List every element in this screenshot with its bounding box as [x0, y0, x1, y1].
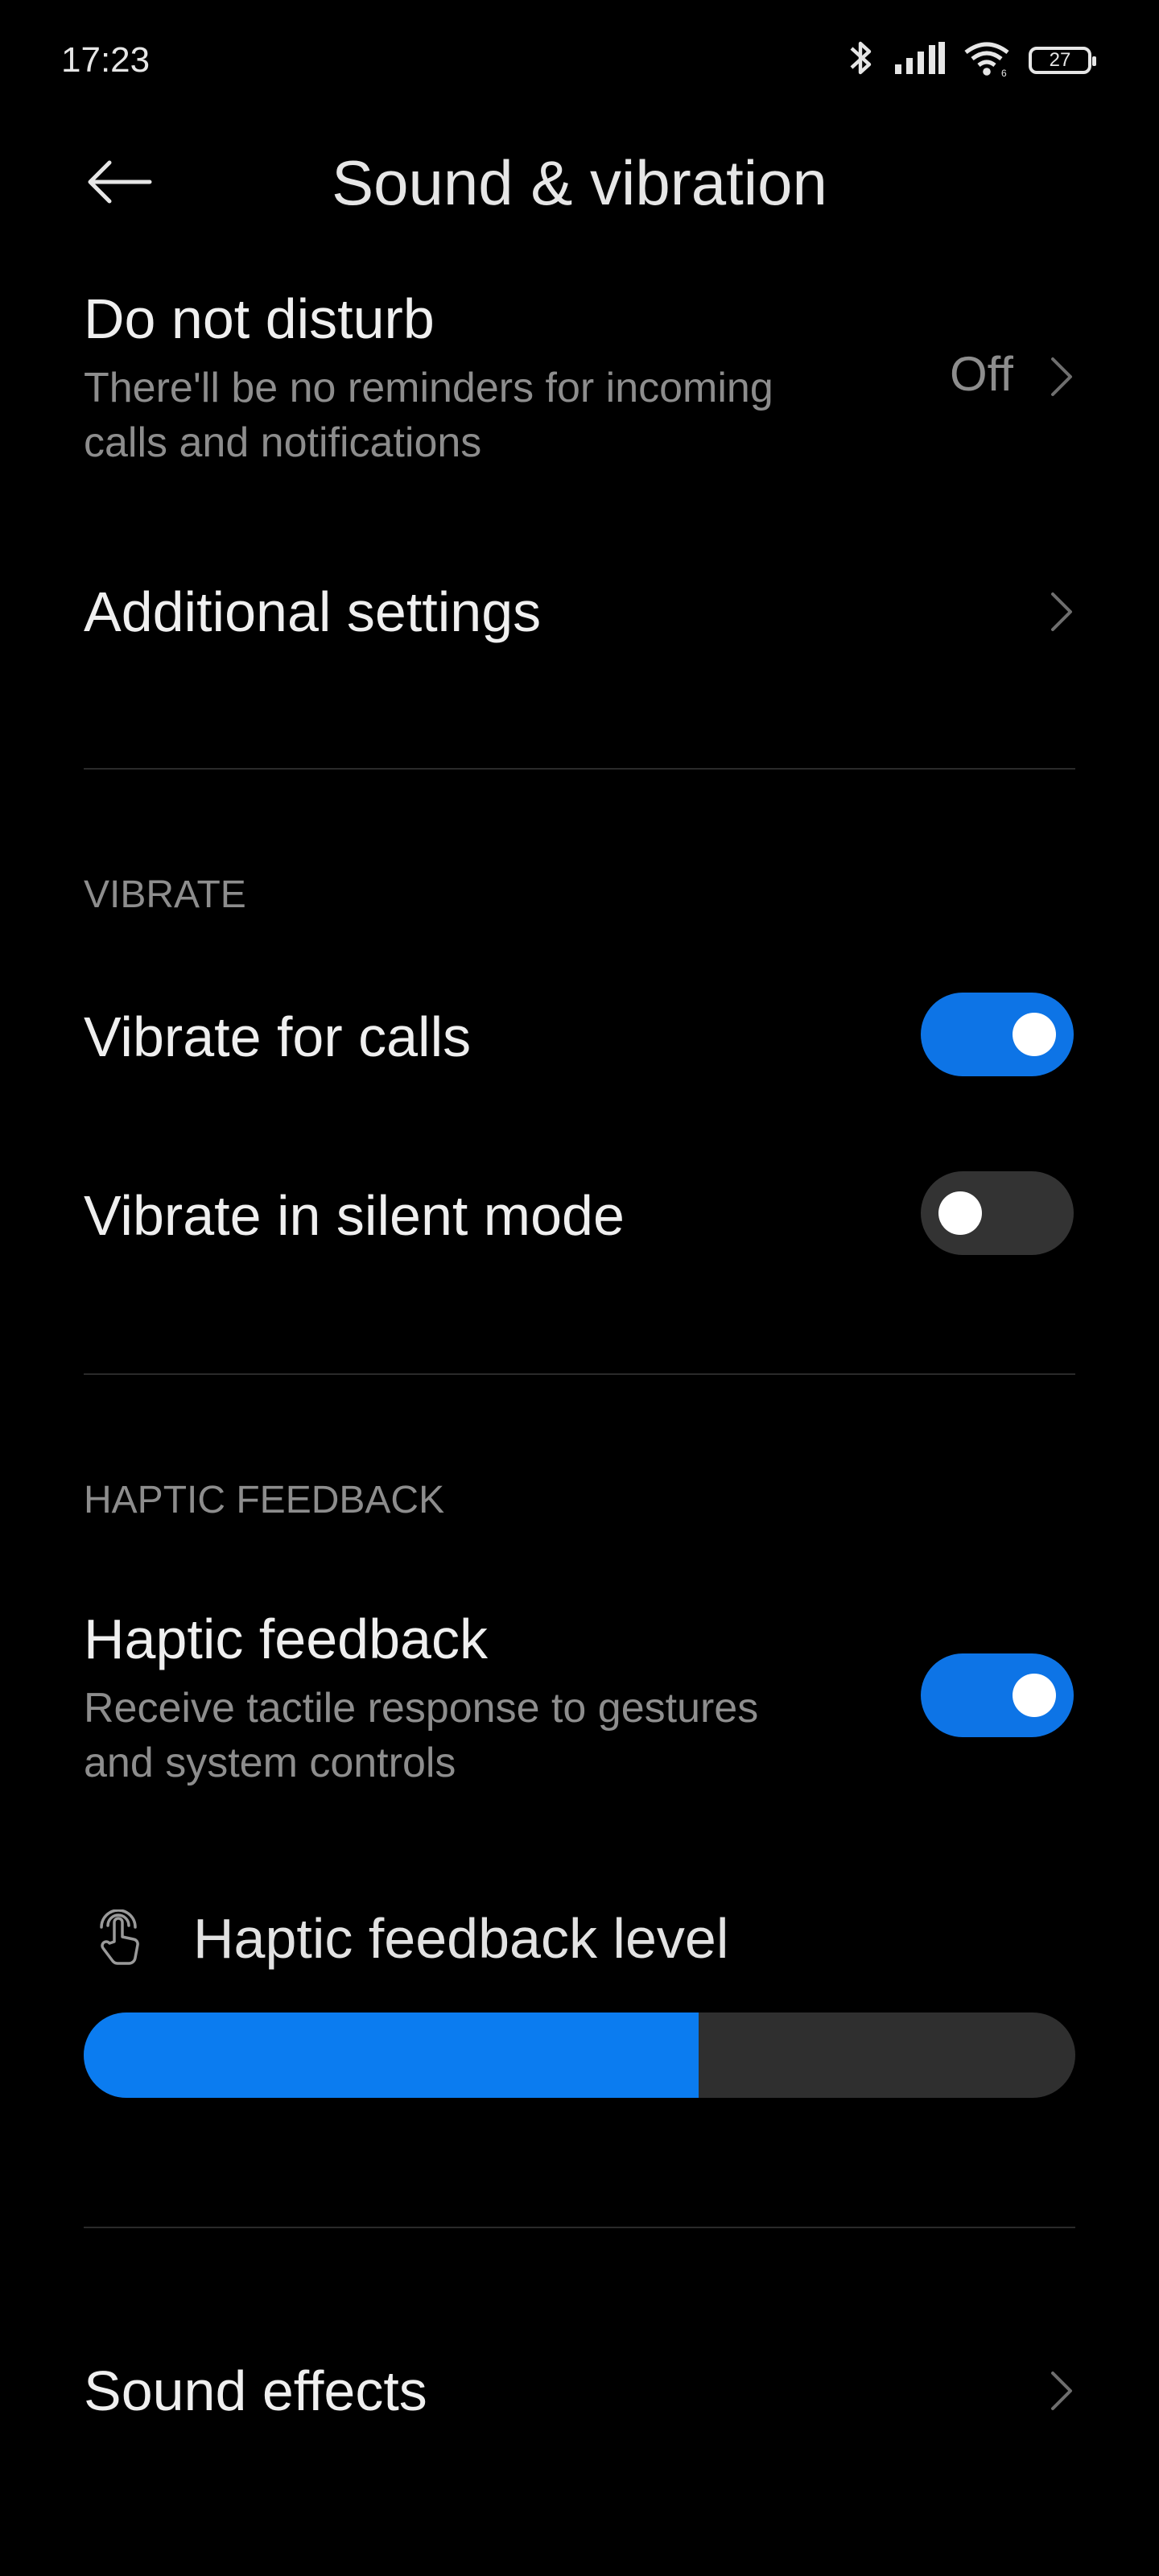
page-title: Sound & vibration: [332, 147, 827, 218]
vibrate-in-silent-mode-label: Vibrate in silent mode: [84, 1184, 625, 1247]
vibrate-for-calls-toggle[interactable]: [921, 993, 1074, 1076]
do-not-disturb-subtitle-line2: calls and notifications: [84, 419, 482, 466]
haptic-feedback-subtitle-line1: Receive tactile response to gestures: [84, 1685, 759, 1732]
divider: [84, 2227, 1075, 2228]
bluetooth-icon: [845, 39, 877, 81]
vibrate-in-silent-mode-row[interactable]: Vibrate in silent mode: [0, 1161, 1159, 1265]
toggle-knob: [1013, 1674, 1056, 1717]
vibrate-for-calls-row[interactable]: Vibrate for calls: [0, 982, 1159, 1087]
sound-effects-row[interactable]: Sound effects: [0, 2334, 1159, 2447]
section-header-vibrate: VIBRATE: [84, 873, 246, 916]
cellular-signal-icon: [895, 42, 945, 78]
vibrate-in-silent-mode-toggle[interactable]: [921, 1171, 1074, 1255]
chevron-right-icon: [1050, 356, 1074, 398]
status-time: 17:23: [61, 40, 151, 80]
additional-settings-row[interactable]: Additional settings: [0, 555, 1159, 668]
haptic-feedback-level-label: Haptic feedback level: [193, 1907, 729, 1970]
haptic-feedback-toggle[interactable]: [921, 1653, 1074, 1737]
do-not-disturb-subtitle-line1: There'll be no reminders for incoming: [84, 365, 773, 411]
toggle-knob: [938, 1191, 982, 1235]
wifi-icon: 6: [963, 39, 1011, 80]
battery-level: 27: [1049, 48, 1071, 71]
haptic-feedback-level-slider[interactable]: [84, 2013, 1075, 2098]
chevron-right-icon: [1050, 591, 1074, 633]
divider: [84, 768, 1075, 770]
do-not-disturb-row[interactable]: Do not disturb There'll be no reminders …: [0, 274, 1159, 483]
additional-settings-title: Additional settings: [84, 580, 542, 643]
slider-fill: [84, 2013, 699, 2098]
do-not-disturb-title: Do not disturb: [84, 287, 435, 350]
divider: [84, 1373, 1075, 1375]
sound-effects-title: Sound effects: [84, 2359, 427, 2422]
do-not-disturb-value: Off: [950, 347, 1013, 401]
section-header-haptic-feedback: HAPTIC FEEDBACK: [84, 1479, 445, 1521]
haptic-feedback-row[interactable]: Haptic feedback Receive tactile response…: [0, 1594, 1159, 1803]
touch-gesture-icon: [93, 1909, 148, 1971]
haptic-feedback-subtitle-line2: and system controls: [84, 1740, 456, 1786]
chevron-right-icon: [1050, 2370, 1074, 2412]
haptic-feedback-title: Haptic feedback: [84, 1608, 488, 1670]
svg-text:6: 6: [1001, 68, 1007, 76]
vibrate-for-calls-label: Vibrate for calls: [84, 1005, 472, 1068]
status-icons: 6 27: [845, 39, 1096, 81]
toggle-knob: [1013, 1013, 1056, 1056]
battery-icon: 27: [1029, 46, 1096, 74]
